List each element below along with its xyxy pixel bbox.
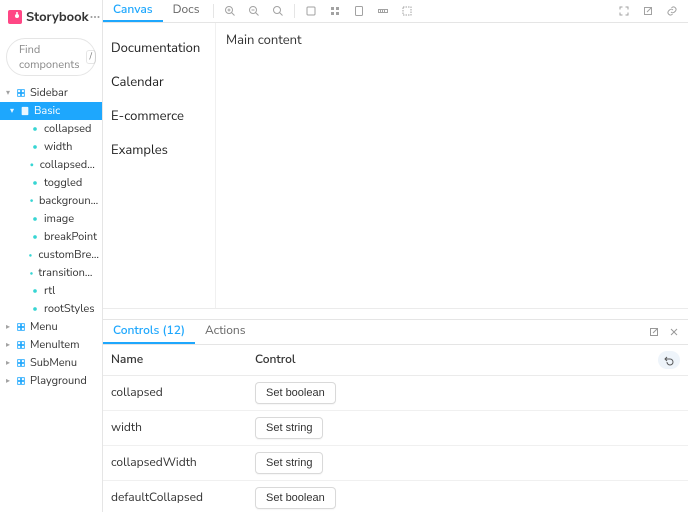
toolbar-separator xyxy=(294,4,295,18)
controls-table-body: collapsedSet booleanwidthSet stringcolla… xyxy=(103,376,688,512)
addons-close-button[interactable] xyxy=(668,326,680,338)
tree-story-collapsedWidth[interactable]: collapsedWidth xyxy=(0,156,102,174)
addons-tabs: Controls (12)Actions xyxy=(103,320,688,345)
preview-sidebar-item-calendar[interactable]: Calendar xyxy=(111,65,207,99)
background-button[interactable] xyxy=(304,4,318,18)
tree-story-toggled[interactable]: toggled xyxy=(0,174,102,192)
preview-sidebar-item-documentation[interactable]: Documentation xyxy=(111,31,207,65)
storybook-sidebar: Storybook Find components / ▾Sidebar▾Bas… xyxy=(0,0,103,512)
zoom-in-button[interactable] xyxy=(223,4,237,18)
control-row-width: widthSet string xyxy=(103,411,688,446)
control-row-collapsedWidth: collapsedWidthSet string xyxy=(103,446,688,481)
control-set-button-collapsed[interactable]: Set boolean xyxy=(255,382,336,404)
control-set-button-defaultCollapsed[interactable]: Set boolean xyxy=(255,487,336,509)
tree-story-breakPoint[interactable]: breakPoint xyxy=(0,228,102,246)
zoom-out-button[interactable] xyxy=(247,4,261,18)
tree-story-rtl[interactable]: rtl xyxy=(0,282,102,300)
preview-main-text: Main content xyxy=(226,31,302,49)
control-set-button-collapsedWidth[interactable]: Set string xyxy=(255,452,323,474)
control-set-button-width[interactable]: Set string xyxy=(255,417,323,439)
tree-component-sidebar[interactable]: ▾Sidebar xyxy=(0,84,102,102)
search-input[interactable]: Find components / xyxy=(6,38,96,76)
control-name: defaultCollapsed xyxy=(111,490,255,506)
tree-component-menu[interactable]: ▸Menu xyxy=(0,318,102,336)
copy-link-button[interactable] xyxy=(665,4,679,18)
measure-button[interactable] xyxy=(376,4,390,18)
preview-tab-canvas[interactable]: Canvas xyxy=(103,0,163,22)
search-shortcut-key: / xyxy=(86,50,97,64)
tree-story-rootStyles[interactable]: rootStyles xyxy=(0,300,102,318)
storybook-logo-icon xyxy=(8,10,22,24)
tree-story-width[interactable]: width xyxy=(0,138,102,156)
zoom-reset-button[interactable] xyxy=(271,4,285,18)
preview-component-sidebar: DocumentationCalendarE-commerceExamples xyxy=(103,23,216,308)
panel-resize-handle[interactable] xyxy=(103,309,688,319)
controls-header-control: Control xyxy=(255,352,634,368)
tree-story-backgroundColor[interactable]: backgroundColor xyxy=(0,192,102,210)
sidebar-header: Storybook xyxy=(0,0,102,34)
open-new-tab-button[interactable] xyxy=(641,4,655,18)
tree-doc-basic[interactable]: ▾Basic xyxy=(0,102,102,120)
control-name: collapsed xyxy=(111,385,255,401)
viewport-button[interactable] xyxy=(352,4,366,18)
controls-table-header: Name Control xyxy=(103,345,688,376)
preview-component-main: Main content xyxy=(216,23,688,308)
control-row-defaultCollapsed: defaultCollapsedSet boolean xyxy=(103,481,688,512)
component-tree: ▾Sidebar▾BasiccollapsedwidthcollapsedWid… xyxy=(0,84,102,512)
grid-button[interactable] xyxy=(328,4,342,18)
preview-sidebar-item-examples[interactable]: Examples xyxy=(111,133,207,167)
controls-reset-button[interactable] xyxy=(658,351,680,369)
tree-story-customBreakPoint[interactable]: customBreakPoint xyxy=(0,246,102,264)
preview-tabs: CanvasDocs xyxy=(103,0,209,22)
outline-button[interactable] xyxy=(400,4,414,18)
tree-story-transitionDuration[interactable]: transitionDuration xyxy=(0,264,102,282)
preview-tab-docs[interactable]: Docs xyxy=(163,0,210,22)
sidebar-menu-button[interactable] xyxy=(89,8,101,26)
preview-toolbar: CanvasDocs xyxy=(103,0,688,23)
tree-component-submenu[interactable]: ▸SubMenu xyxy=(0,354,102,372)
addons-tab-actions[interactable]: Actions xyxy=(195,320,256,344)
control-row-collapsed: collapsedSet boolean xyxy=(103,376,688,411)
story-preview: DocumentationCalendarE-commerceExamples … xyxy=(103,23,688,309)
controls-header-name: Name xyxy=(111,352,255,368)
tree-component-menuitem[interactable]: ▸MenuItem xyxy=(0,336,102,354)
ellipsis-icon xyxy=(89,11,101,23)
control-name: collapsedWidth xyxy=(111,455,255,471)
preview-sidebar-item-e-commerce[interactable]: E-commerce xyxy=(111,99,207,133)
control-name: width xyxy=(111,420,255,436)
main-area: CanvasDocs DocumentationCalendarE-commer… xyxy=(103,0,688,512)
addons-panel: Controls (12)Actions Name Control collap… xyxy=(103,319,688,512)
tree-story-collapsed[interactable]: collapsed xyxy=(0,120,102,138)
storybook-logo[interactable]: Storybook xyxy=(8,8,89,26)
storybook-logo-text: Storybook xyxy=(26,8,89,26)
fullscreen-button[interactable] xyxy=(617,4,631,18)
search-placeholder: Find components xyxy=(19,42,80,72)
undo-icon xyxy=(663,354,675,366)
tree-story-image[interactable]: image xyxy=(0,210,102,228)
toolbar-separator xyxy=(213,4,214,18)
addons-orientation-button[interactable] xyxy=(648,326,660,338)
addons-tab-controls[interactable]: Controls (12) xyxy=(103,320,195,344)
tree-component-playground[interactable]: ▸Playground xyxy=(0,372,102,390)
